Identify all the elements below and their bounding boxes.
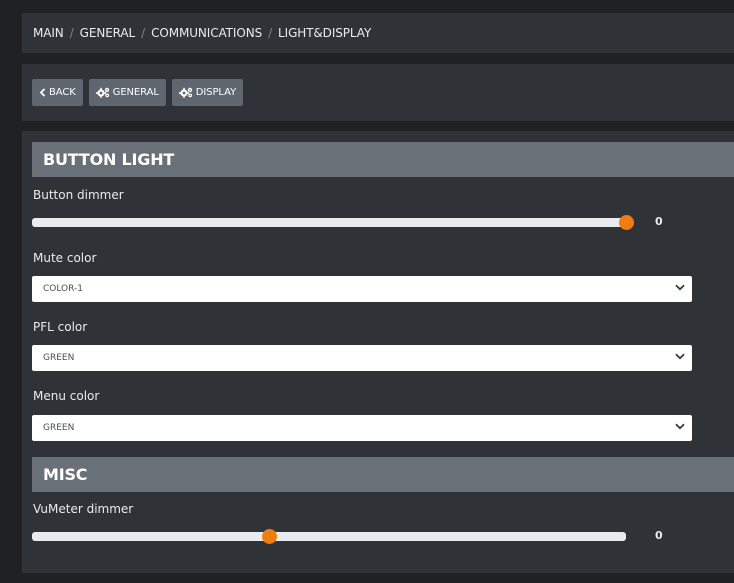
- display-button-label: DISPLAY: [195, 87, 237, 98]
- section-header-button-light: BUTTON LIGHT: [32, 142, 734, 177]
- chevron-down-icon: [675, 284, 685, 291]
- chevron-left-icon: [39, 88, 46, 97]
- breadcrumb-item-communications[interactable]: COMMUNICATIONS: [151, 26, 262, 40]
- chevron-down-icon: [675, 353, 685, 360]
- display-button[interactable]: DISPLAY: [171, 79, 244, 106]
- menu-color-selected-value: GREEN: [43, 423, 75, 433]
- menu-color-label: Menu color: [33, 389, 100, 403]
- cogs-icon: [178, 87, 193, 98]
- toolbar: BACK GENERAL DISPLAY: [22, 64, 734, 121]
- settings-panel: BUTTON LIGHT Button dimmer 0 Mute color …: [22, 131, 734, 573]
- slider-thumb[interactable]: [262, 529, 278, 544]
- general-button-label: GENERAL: [112, 87, 159, 98]
- slider-track[interactable]: [32, 532, 626, 541]
- mute-color-select[interactable]: COLOR-1: [32, 276, 692, 302]
- chevron-down-icon: [675, 423, 685, 430]
- slider-track[interactable]: [32, 218, 626, 227]
- back-button[interactable]: BACK: [32, 79, 83, 106]
- breadcrumb-item-main[interactable]: MAIN: [33, 26, 64, 40]
- breadcrumb: MAIN / GENERAL / COMMUNICATIONS / LIGHT&…: [22, 13, 734, 53]
- breadcrumb-item-light-display: LIGHT&DISPLAY: [278, 26, 372, 40]
- breadcrumb-item-general[interactable]: GENERAL: [80, 26, 136, 40]
- mute-color-label: Mute color: [33, 251, 97, 265]
- button-dimmer-value: 0: [655, 215, 663, 228]
- breadcrumb-separator: /: [69, 26, 74, 40]
- vumeter-dimmer-label: VuMeter dimmer: [33, 502, 134, 516]
- general-button[interactable]: GENERAL: [88, 79, 166, 106]
- button-dimmer-slider[interactable]: [32, 215, 634, 230]
- pfl-color-selected-value: GREEN: [43, 353, 75, 363]
- breadcrumb-separator: /: [268, 26, 273, 40]
- section-header-misc: MISC: [32, 457, 734, 492]
- menu-color-select[interactable]: GREEN: [32, 415, 692, 441]
- slider-thumb[interactable]: [618, 215, 634, 230]
- cogs-icon: [95, 87, 110, 98]
- vumeter-dimmer-slider[interactable]: [32, 529, 626, 544]
- vumeter-dimmer-value: 0: [655, 529, 663, 542]
- breadcrumb-separator: /: [141, 26, 146, 40]
- mute-color-selected-value: COLOR-1: [43, 284, 84, 294]
- button-dimmer-label: Button dimmer: [33, 188, 124, 202]
- back-button-label: BACK: [49, 87, 76, 98]
- pfl-color-select[interactable]: GREEN: [32, 345, 692, 371]
- pfl-color-label: PFL color: [33, 320, 88, 334]
